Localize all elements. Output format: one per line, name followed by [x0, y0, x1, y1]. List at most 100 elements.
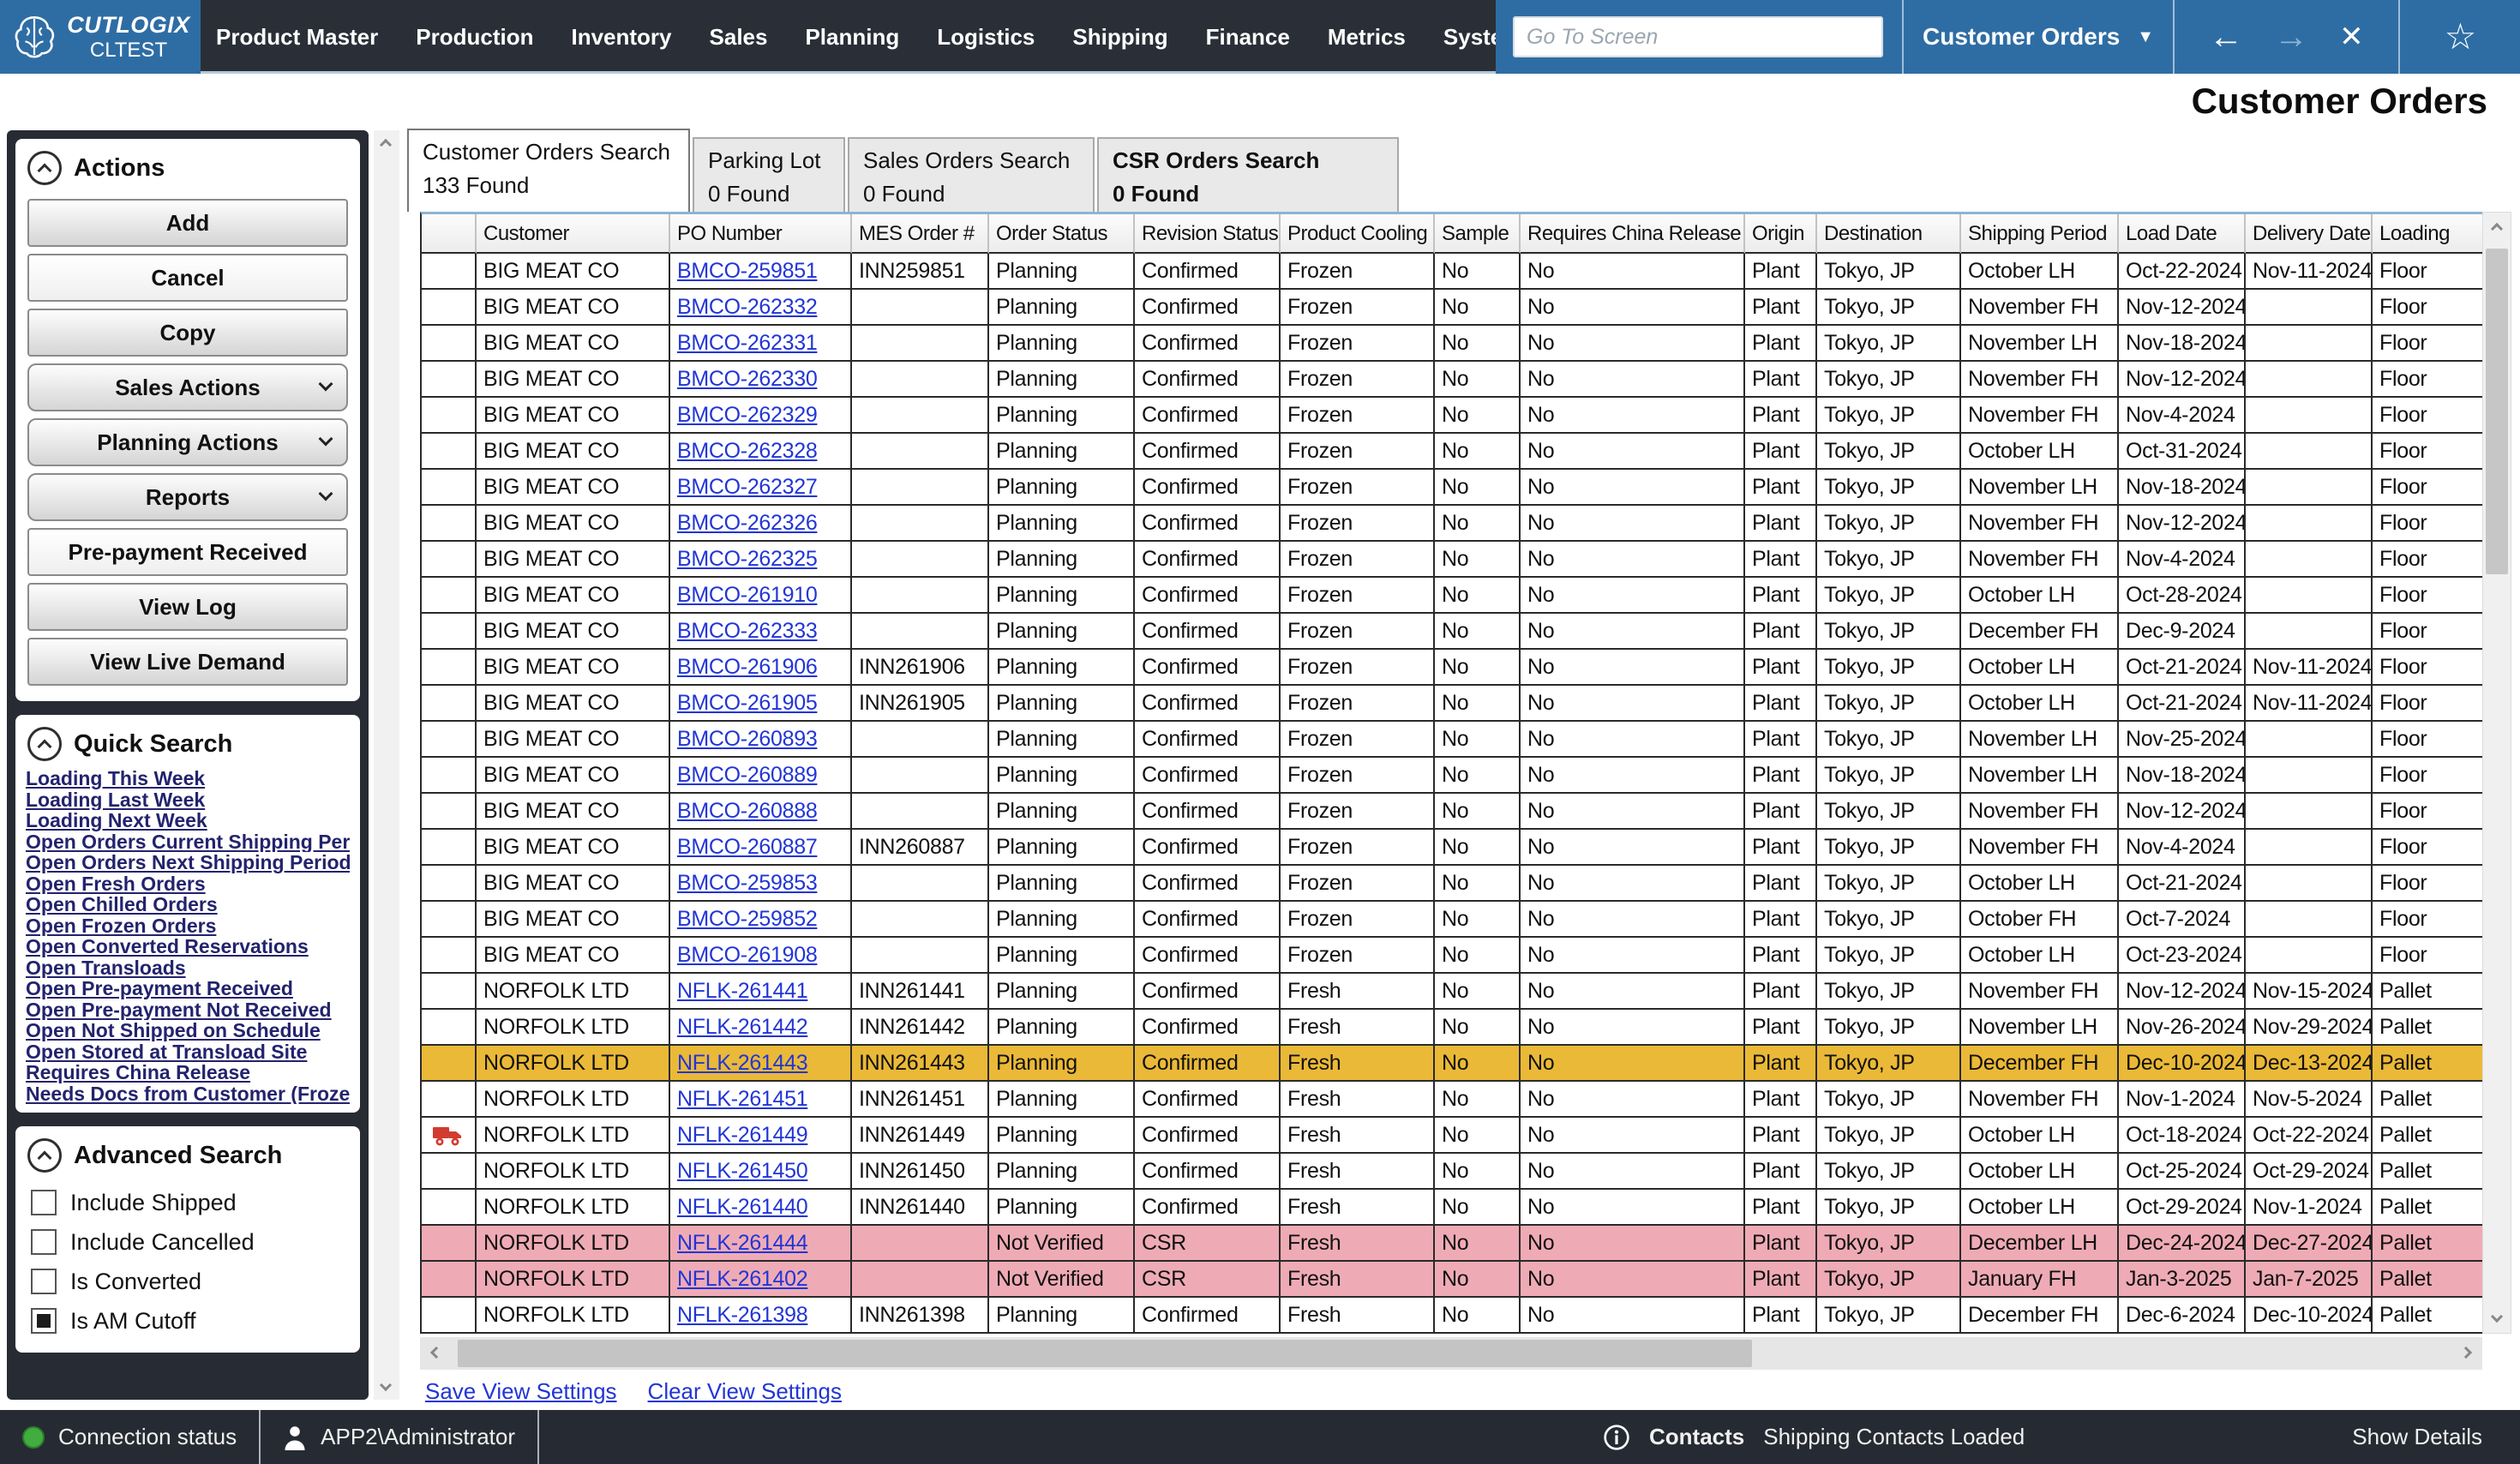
table-row[interactable]: NORFOLK LTDNFLK-261398INN261398PlanningC… — [422, 1298, 2482, 1334]
po-number-link[interactable]: NFLK-261444 — [677, 1231, 807, 1255]
quick-search-link-open-fresh-orders[interactable]: Open Fresh Orders — [26, 873, 350, 895]
menu-item-inventory[interactable]: Inventory — [571, 24, 671, 51]
po-number-link[interactable]: NFLK-261443 — [677, 1051, 807, 1075]
po-number-link[interactable]: NFLK-261441 — [677, 979, 807, 1003]
sidebar-scrollbar[interactable] — [374, 130, 399, 1400]
column-header-requires-china-release[interactable]: Requires China Release — [1521, 214, 1745, 254]
table-row[interactable]: BIG MEAT COBMCO-261910PlanningConfirmedF… — [422, 578, 2482, 614]
po-number-link[interactable]: BMCO-259851 — [677, 259, 817, 283]
column-header-order-status[interactable]: Order Status — [989, 214, 1135, 254]
po-number-link[interactable]: BMCO-262326 — [677, 511, 817, 535]
po-number-link[interactable]: NFLK-261398 — [677, 1303, 807, 1327]
po-number-link[interactable]: BMCO-261905 — [677, 691, 817, 715]
scroll-up-icon[interactable] — [2491, 223, 2503, 235]
save-view-settings-link[interactable]: Save View Settings — [425, 1378, 617, 1405]
checkbox-include-shipped[interactable] — [31, 1190, 57, 1215]
column-header-load-date[interactable]: Load Date — [2119, 214, 2246, 254]
quick-search-link-open-orders-next-shipping-period[interactable]: Open Orders Next Shipping Period — [26, 852, 350, 873]
po-number-link[interactable]: BMCO-262325 — [677, 547, 817, 571]
table-row[interactable]: BIG MEAT COBMCO-260887INN260887PlanningC… — [422, 830, 2482, 866]
column-header-loading[interactable]: Loading — [2373, 214, 2484, 254]
po-number-link[interactable]: BMCO-260889 — [677, 763, 817, 787]
tab-sales-orders-search[interactable]: Sales Orders Search0 Found — [848, 137, 1095, 212]
po-number-link[interactable]: NFLK-261402 — [677, 1267, 807, 1291]
scroll-down-icon[interactable] — [2491, 1311, 2503, 1323]
table-row[interactable]: BIG MEAT COBMCO-262329PlanningConfirmedF… — [422, 398, 2482, 434]
collapse-circle-icon[interactable] — [27, 1138, 62, 1173]
table-row[interactable]: BIG MEAT COBMCO-262325PlanningConfirmedF… — [422, 542, 2482, 578]
back-arrow-button[interactable]: ← — [2209, 0, 2243, 74]
table-vertical-scrollbar[interactable] — [2482, 212, 2511, 1334]
screen-selector-dropdown[interactable]: Customer Orders ▼ — [1923, 23, 2154, 51]
menu-item-finance[interactable]: Finance — [1206, 24, 1290, 51]
po-number-link[interactable]: BMCO-259852 — [677, 907, 817, 931]
menu-item-planning[interactable]: Planning — [805, 24, 899, 51]
table-row[interactable]: BIG MEAT COBMCO-262330PlanningConfirmedF… — [422, 362, 2482, 398]
po-number-link[interactable]: BMCO-260893 — [677, 727, 817, 751]
collapse-circle-icon[interactable] — [27, 727, 62, 761]
quick-search-link-open-transloads[interactable]: Open Transloads — [26, 957, 350, 979]
column-header-revision-status[interactable]: Revision Status — [1135, 214, 1281, 254]
horizontal-scroll-thumb[interactable] — [458, 1340, 1752, 1367]
column-header-product-cooling[interactable]: Product Cooling — [1281, 214, 1435, 254]
checkbox-row-is-am-cutoff[interactable]: Is AM Cutoff — [31, 1305, 345, 1337]
column-header-sample[interactable]: Sample — [1435, 214, 1521, 254]
po-number-link[interactable]: BMCO-259853 — [677, 871, 817, 895]
checkbox-is-am-cutoff[interactable] — [31, 1308, 57, 1334]
menu-item-shipping[interactable]: Shipping — [1072, 24, 1167, 51]
po-number-link[interactable]: BMCO-260887 — [677, 835, 817, 859]
table-row[interactable]: BIG MEAT COBMCO-259852PlanningConfirmedF… — [422, 902, 2482, 938]
column-header-mes-order[interactable]: MES Order # — [852, 214, 989, 254]
quick-search-link-open-converted-reservations[interactable]: Open Converted Reservations — [26, 936, 350, 957]
checkbox-row-include-cancelled[interactable]: Include Cancelled — [31, 1226, 345, 1258]
table-row[interactable]: BIG MEAT COBMCO-262327PlanningConfirmedF… — [422, 470, 2482, 506]
action-button-view-live-demand[interactable]: View Live Demand — [27, 638, 348, 686]
info-icon[interactable] — [1603, 1424, 1630, 1451]
table-horizontal-scrollbar[interactable] — [420, 1337, 2482, 1370]
table-row[interactable]: BIG MEAT COBMCO-262326PlanningConfirmedF… — [422, 506, 2482, 542]
action-dropdown-planning-actions[interactable]: Planning Actions — [27, 418, 348, 466]
action-button-pre-payment-received[interactable]: Pre-payment Received — [27, 528, 348, 576]
checkbox-row-is-converted[interactable]: Is Converted — [31, 1265, 345, 1298]
quick-search-link-loading-next-week[interactable]: Loading Next Week — [26, 810, 350, 831]
action-button-add[interactable]: Add — [27, 199, 348, 247]
table-row[interactable]: BIG MEAT COBMCO-261905INN261905PlanningC… — [422, 686, 2482, 722]
po-number-link[interactable]: BMCO-261906 — [677, 655, 817, 679]
quick-search-link-open-pre-payment-received[interactable]: Open Pre-payment Received — [26, 978, 350, 999]
po-number-link[interactable]: BMCO-262329 — [677, 403, 817, 427]
menu-item-logistics[interactable]: Logistics — [937, 24, 1035, 51]
table-row[interactable]: BIG MEAT COBMCO-260889PlanningConfirmedF… — [422, 758, 2482, 794]
po-number-link[interactable]: BMCO-261908 — [677, 943, 817, 967]
po-number-link[interactable]: BMCO-262333 — [677, 619, 817, 643]
goto-screen-input[interactable] — [1513, 16, 1883, 57]
po-number-link[interactable]: BMCO-262332 — [677, 295, 817, 319]
po-number-link[interactable]: NFLK-261449 — [677, 1123, 807, 1147]
column-header-po-number[interactable]: PO Number — [670, 214, 852, 254]
checkbox-is-converted[interactable] — [31, 1269, 57, 1294]
close-screen-button[interactable]: ✕ — [2339, 0, 2364, 74]
show-details-button[interactable]: Show Details — [2352, 1410, 2482, 1464]
column-header-origin[interactable]: Origin — [1745, 214, 1817, 254]
vertical-scroll-thumb[interactable] — [2486, 249, 2508, 574]
column-header-shipping-period[interactable]: Shipping Period — [1961, 214, 2119, 254]
favorite-star-icon[interactable]: ☆ — [2445, 0, 2477, 74]
quick-search-link-open-chilled-orders[interactable]: Open Chilled Orders — [26, 894, 350, 915]
column-header-icon[interactable] — [422, 214, 477, 254]
action-dropdown-sales-actions[interactable]: Sales Actions — [27, 363, 348, 411]
scroll-up-icon[interactable] — [380, 139, 392, 151]
action-button-view-log[interactable]: View Log — [27, 583, 348, 631]
po-number-link[interactable]: BMCO-261910 — [677, 583, 817, 607]
quick-search-link-open-not-shipped-on-schedule[interactable]: Open Not Shipped on Schedule — [26, 1020, 350, 1041]
table-row[interactable]: BIG MEAT COBMCO-259851INN259851PlanningC… — [422, 254, 2482, 290]
table-row[interactable]: BIG MEAT COBMCO-262333PlanningConfirmedF… — [422, 614, 2482, 650]
action-button-copy[interactable]: Copy — [27, 309, 348, 357]
table-row[interactable]: NORFOLK LTDNFLK-261443INN261443PlanningC… — [422, 1046, 2482, 1082]
po-number-link[interactable]: BMCO-262330 — [677, 367, 817, 391]
quick-search-link-open-orders-current-shipping-period[interactable]: Open Orders Current Shipping Period — [26, 831, 350, 853]
action-button-cancel[interactable]: Cancel — [27, 254, 348, 302]
po-number-link[interactable]: BMCO-260888 — [677, 799, 817, 823]
po-number-link[interactable]: BMCO-262328 — [677, 439, 817, 463]
quick-search-link-open-frozen-orders[interactable]: Open Frozen Orders — [26, 915, 350, 937]
table-row[interactable]: BIG MEAT COBMCO-259853PlanningConfirmedF… — [422, 866, 2482, 902]
table-row[interactable]: NORFOLK LTDNFLK-261451INN261451PlanningC… — [422, 1082, 2482, 1118]
